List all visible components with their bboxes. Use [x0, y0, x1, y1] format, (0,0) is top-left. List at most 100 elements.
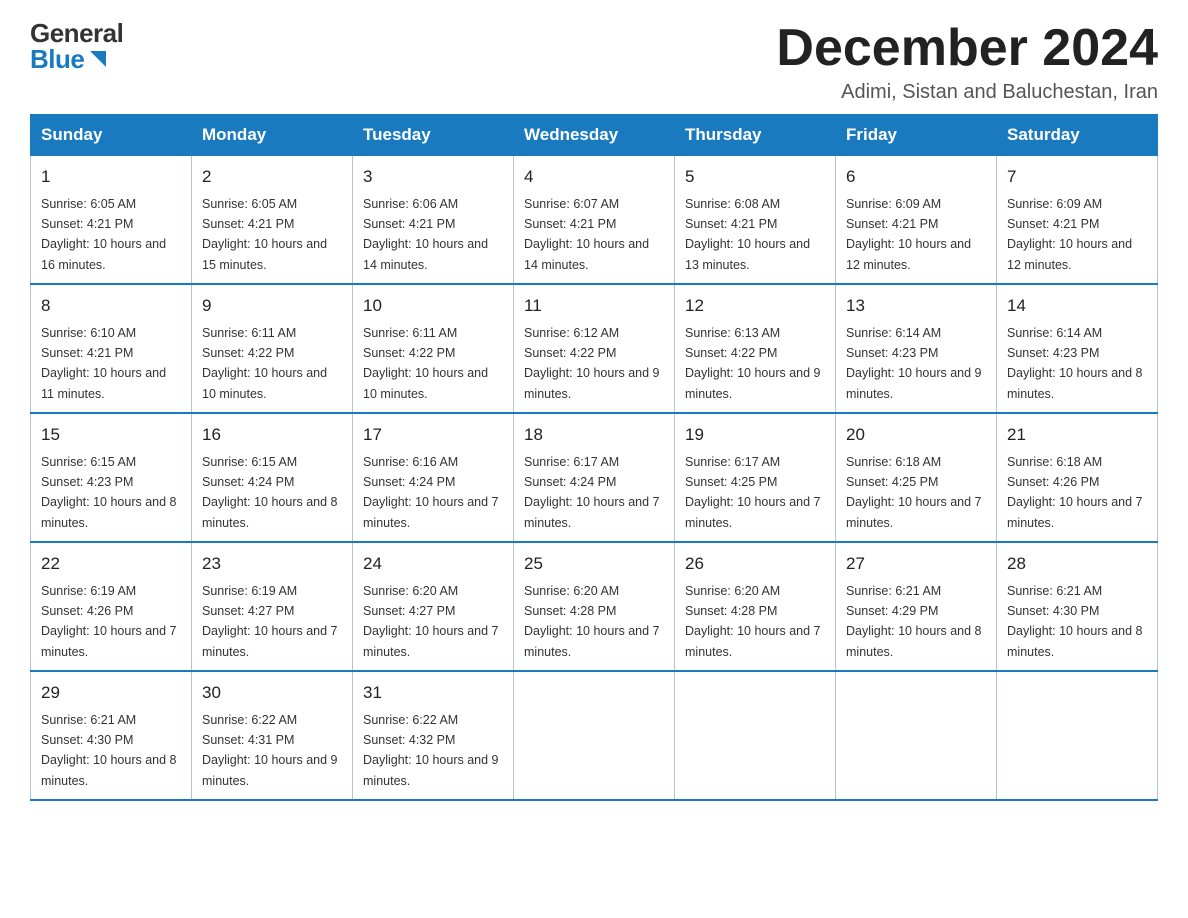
day-info: Sunrise: 6:22 AMSunset: 4:31 PMDaylight:… — [202, 713, 338, 788]
day-number: 17 — [363, 422, 503, 448]
day-number: 9 — [202, 293, 342, 319]
table-row: 9 Sunrise: 6:11 AMSunset: 4:22 PMDayligh… — [192, 284, 353, 413]
table-row: 26 Sunrise: 6:20 AMSunset: 4:28 PMDaylig… — [675, 542, 836, 671]
logo: General Blue — [30, 20, 123, 72]
logo-blue-text: Blue — [30, 46, 84, 72]
day-info: Sunrise: 6:08 AMSunset: 4:21 PMDaylight:… — [685, 197, 810, 272]
day-info: Sunrise: 6:21 AMSunset: 4:29 PMDaylight:… — [846, 584, 982, 659]
day-number: 10 — [363, 293, 503, 319]
day-number: 28 — [1007, 551, 1147, 577]
day-number: 1 — [41, 164, 181, 190]
day-number: 7 — [1007, 164, 1147, 190]
table-row: 10 Sunrise: 6:11 AMSunset: 4:22 PMDaylig… — [353, 284, 514, 413]
day-info: Sunrise: 6:11 AMSunset: 4:22 PMDaylight:… — [202, 326, 327, 401]
day-info: Sunrise: 6:12 AMSunset: 4:22 PMDaylight:… — [524, 326, 660, 401]
table-row: 23 Sunrise: 6:19 AMSunset: 4:27 PMDaylig… — [192, 542, 353, 671]
day-info: Sunrise: 6:15 AMSunset: 4:23 PMDaylight:… — [41, 455, 177, 530]
table-row: 13 Sunrise: 6:14 AMSunset: 4:23 PMDaylig… — [836, 284, 997, 413]
table-row: 28 Sunrise: 6:21 AMSunset: 4:30 PMDaylig… — [997, 542, 1158, 671]
day-number: 5 — [685, 164, 825, 190]
day-number: 15 — [41, 422, 181, 448]
day-info: Sunrise: 6:09 AMSunset: 4:21 PMDaylight:… — [846, 197, 971, 272]
day-info: Sunrise: 6:11 AMSunset: 4:22 PMDaylight:… — [363, 326, 488, 401]
day-number: 31 — [363, 680, 503, 706]
calendar-header-row: Sunday Monday Tuesday Wednesday Thursday… — [31, 115, 1158, 156]
day-number: 6 — [846, 164, 986, 190]
table-row: 24 Sunrise: 6:20 AMSunset: 4:27 PMDaylig… — [353, 542, 514, 671]
table-row: 12 Sunrise: 6:13 AMSunset: 4:22 PMDaylig… — [675, 284, 836, 413]
logo-general-text: General — [30, 20, 123, 46]
table-row — [675, 671, 836, 800]
location-subtitle: Adimi, Sistan and Baluchestan, Iran — [776, 81, 1158, 104]
logo-name: General Blue — [30, 20, 123, 72]
day-number: 8 — [41, 293, 181, 319]
calendar-week-row: 8 Sunrise: 6:10 AMSunset: 4:21 PMDayligh… — [31, 284, 1158, 413]
day-number: 23 — [202, 551, 342, 577]
table-row: 4 Sunrise: 6:07 AMSunset: 4:21 PMDayligh… — [514, 156, 675, 285]
table-row: 20 Sunrise: 6:18 AMSunset: 4:25 PMDaylig… — [836, 413, 997, 542]
col-sunday: Sunday — [31, 115, 192, 156]
day-info: Sunrise: 6:21 AMSunset: 4:30 PMDaylight:… — [1007, 584, 1143, 659]
day-info: Sunrise: 6:14 AMSunset: 4:23 PMDaylight:… — [1007, 326, 1143, 401]
day-info: Sunrise: 6:16 AMSunset: 4:24 PMDaylight:… — [363, 455, 499, 530]
day-number: 3 — [363, 164, 503, 190]
day-number: 29 — [41, 680, 181, 706]
col-tuesday: Tuesday — [353, 115, 514, 156]
day-info: Sunrise: 6:19 AMSunset: 4:27 PMDaylight:… — [202, 584, 338, 659]
day-number: 18 — [524, 422, 664, 448]
day-info: Sunrise: 6:17 AMSunset: 4:25 PMDaylight:… — [685, 455, 821, 530]
calendar-table: Sunday Monday Tuesday Wednesday Thursday… — [30, 114, 1158, 801]
table-row: 31 Sunrise: 6:22 AMSunset: 4:32 PMDaylig… — [353, 671, 514, 800]
calendar-week-row: 1 Sunrise: 6:05 AMSunset: 4:21 PMDayligh… — [31, 156, 1158, 285]
month-title: December 2024 — [776, 20, 1158, 77]
day-number: 21 — [1007, 422, 1147, 448]
table-row: 18 Sunrise: 6:17 AMSunset: 4:24 PMDaylig… — [514, 413, 675, 542]
table-row — [514, 671, 675, 800]
col-monday: Monday — [192, 115, 353, 156]
day-info: Sunrise: 6:15 AMSunset: 4:24 PMDaylight:… — [202, 455, 338, 530]
table-row: 6 Sunrise: 6:09 AMSunset: 4:21 PMDayligh… — [836, 156, 997, 285]
title-section: December 2024 Adimi, Sistan and Baluches… — [776, 20, 1158, 104]
table-row: 22 Sunrise: 6:19 AMSunset: 4:26 PMDaylig… — [31, 542, 192, 671]
day-info: Sunrise: 6:07 AMSunset: 4:21 PMDaylight:… — [524, 197, 649, 272]
day-number: 14 — [1007, 293, 1147, 319]
day-info: Sunrise: 6:10 AMSunset: 4:21 PMDaylight:… — [41, 326, 166, 401]
day-number: 2 — [202, 164, 342, 190]
table-row: 7 Sunrise: 6:09 AMSunset: 4:21 PMDayligh… — [997, 156, 1158, 285]
calendar-week-row: 15 Sunrise: 6:15 AMSunset: 4:23 PMDaylig… — [31, 413, 1158, 542]
table-row: 5 Sunrise: 6:08 AMSunset: 4:21 PMDayligh… — [675, 156, 836, 285]
day-info: Sunrise: 6:18 AMSunset: 4:26 PMDaylight:… — [1007, 455, 1143, 530]
table-row: 11 Sunrise: 6:12 AMSunset: 4:22 PMDaylig… — [514, 284, 675, 413]
table-row: 17 Sunrise: 6:16 AMSunset: 4:24 PMDaylig… — [353, 413, 514, 542]
day-number: 11 — [524, 293, 664, 319]
calendar-week-row: 22 Sunrise: 6:19 AMSunset: 4:26 PMDaylig… — [31, 542, 1158, 671]
day-number: 26 — [685, 551, 825, 577]
col-friday: Friday — [836, 115, 997, 156]
table-row: 27 Sunrise: 6:21 AMSunset: 4:29 PMDaylig… — [836, 542, 997, 671]
col-thursday: Thursday — [675, 115, 836, 156]
table-row: 2 Sunrise: 6:05 AMSunset: 4:21 PMDayligh… — [192, 156, 353, 285]
day-info: Sunrise: 6:13 AMSunset: 4:22 PMDaylight:… — [685, 326, 821, 401]
day-number: 25 — [524, 551, 664, 577]
day-info: Sunrise: 6:20 AMSunset: 4:28 PMDaylight:… — [524, 584, 660, 659]
table-row: 1 Sunrise: 6:05 AMSunset: 4:21 PMDayligh… — [31, 156, 192, 285]
table-row: 14 Sunrise: 6:14 AMSunset: 4:23 PMDaylig… — [997, 284, 1158, 413]
day-number: 16 — [202, 422, 342, 448]
day-number: 30 — [202, 680, 342, 706]
col-saturday: Saturday — [997, 115, 1158, 156]
day-info: Sunrise: 6:21 AMSunset: 4:30 PMDaylight:… — [41, 713, 177, 788]
day-number: 13 — [846, 293, 986, 319]
table-row: 16 Sunrise: 6:15 AMSunset: 4:24 PMDaylig… — [192, 413, 353, 542]
table-row: 29 Sunrise: 6:21 AMSunset: 4:30 PMDaylig… — [31, 671, 192, 800]
page-header: General Blue December 2024 Adimi, Sistan… — [30, 20, 1158, 104]
day-info: Sunrise: 6:05 AMSunset: 4:21 PMDaylight:… — [41, 197, 166, 272]
table-row — [997, 671, 1158, 800]
day-info: Sunrise: 6:09 AMSunset: 4:21 PMDaylight:… — [1007, 197, 1132, 272]
table-row — [836, 671, 997, 800]
table-row: 8 Sunrise: 6:10 AMSunset: 4:21 PMDayligh… — [31, 284, 192, 413]
col-wednesday: Wednesday — [514, 115, 675, 156]
day-number: 20 — [846, 422, 986, 448]
table-row: 15 Sunrise: 6:15 AMSunset: 4:23 PMDaylig… — [31, 413, 192, 542]
table-row: 21 Sunrise: 6:18 AMSunset: 4:26 PMDaylig… — [997, 413, 1158, 542]
day-info: Sunrise: 6:22 AMSunset: 4:32 PMDaylight:… — [363, 713, 499, 788]
